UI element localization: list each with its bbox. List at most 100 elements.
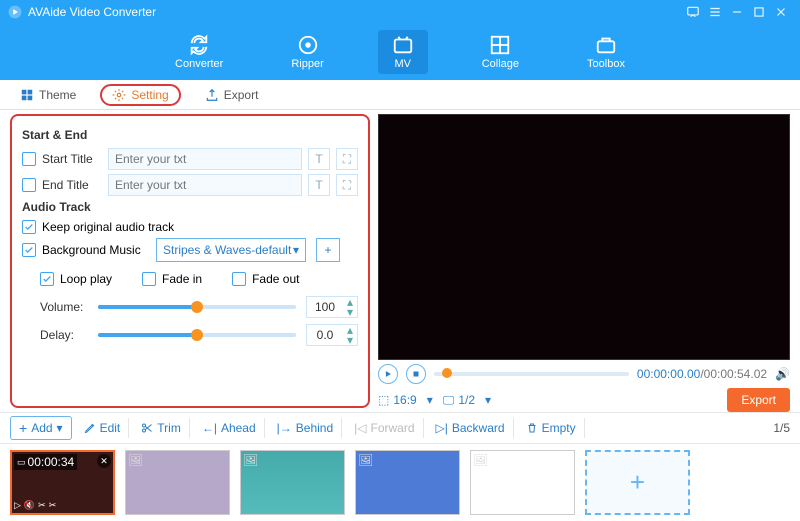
ripper-icon — [297, 34, 319, 56]
thumbnail-strip: ▭ 00:00:34 ✕ ▷🔇✂✂ 🖼 🖼 🖼 🖼 + — [0, 444, 800, 521]
end-title-expand-btn[interactable]: ⛶ — [336, 174, 358, 196]
volume-icon[interactable]: 🔊 — [775, 367, 790, 381]
thumbnail-5[interactable]: 🖼 — [470, 450, 575, 515]
feedback-icon[interactable] — [682, 1, 704, 23]
tab-setting[interactable]: Setting — [100, 84, 180, 106]
tab-theme[interactable]: Theme — [14, 85, 82, 105]
image-icon: 🖼 — [128, 453, 143, 467]
minimize-icon[interactable] — [726, 1, 748, 23]
thumbnail-4[interactable]: 🖼 — [355, 450, 460, 515]
aspect-icon: ⬚ — [378, 393, 389, 407]
settings-panel: Start & End Start Title T ⛶ End Title T … — [10, 114, 370, 408]
thumbnail-1[interactable]: ▭ 00:00:34 ✕ ▷🔇✂✂ — [10, 450, 115, 515]
bg-music-checkbox[interactable] — [22, 243, 36, 257]
titlebar: AVAide Video Converter — [0, 0, 800, 24]
page-count: 1/5 — [773, 421, 790, 435]
screen-icon: 🖵 — [443, 393, 455, 408]
scissors-icon — [141, 422, 153, 434]
volume-label: Volume: — [40, 300, 88, 314]
tool-mv[interactable]: MV — [378, 30, 428, 74]
start-title-text-btn[interactable]: T — [308, 148, 330, 170]
empty-button[interactable]: Empty — [518, 418, 585, 438]
mute-mini-icon: 🔇 — [24, 500, 35, 511]
thumbnail-close-icon[interactable]: ✕ — [97, 454, 111, 468]
ahead-icon: ←| — [202, 421, 217, 435]
screen-dropdown[interactable]: 🖵1/2▾ — [443, 393, 491, 408]
fadein-checkbox[interactable] — [142, 272, 156, 286]
action-bar: +Add▾ Edit Trim ←|Ahead |→Behind |◁Forwa… — [0, 412, 800, 444]
trim-button[interactable]: Trim — [133, 418, 190, 438]
app-title: AVAide Video Converter — [28, 5, 156, 19]
close-icon[interactable] — [770, 1, 792, 23]
main-toolbar: Converter Ripper MV Collage Toolbox — [0, 24, 800, 80]
start-title-label: Start Title — [42, 152, 102, 166]
tool-ripper[interactable]: Ripper — [277, 30, 337, 74]
start-title-checkbox[interactable] — [22, 152, 36, 166]
start-title-expand-btn[interactable]: ⛶ — [336, 148, 358, 170]
converter-icon — [188, 34, 210, 56]
tab-row: Theme Setting Export — [0, 80, 800, 110]
add-thumbnail-button[interactable]: + — [585, 450, 690, 515]
stop-button[interactable] — [406, 364, 426, 384]
end-title-input[interactable] — [108, 174, 302, 196]
theme-icon — [20, 88, 34, 102]
image-icon: 🖼 — [473, 453, 488, 467]
end-title-label: End Title — [42, 178, 102, 192]
volume-slider[interactable] — [98, 305, 296, 309]
export-icon — [205, 88, 219, 102]
bg-music-dropdown[interactable]: Stripes & Waves-default ▾ — [156, 238, 306, 262]
volume-input[interactable]: 100▴▾ — [306, 296, 358, 318]
loop-checkbox[interactable] — [40, 272, 54, 286]
delay-down-icon[interactable]: ▾ — [343, 335, 357, 345]
export-button[interactable]: Export — [727, 388, 790, 412]
ahead-button[interactable]: ←|Ahead — [194, 418, 265, 438]
chevron-down-icon: ▾ — [293, 243, 299, 257]
keep-original-checkbox[interactable] — [22, 220, 36, 234]
delay-label: Delay: — [40, 328, 88, 342]
video-preview[interactable] — [378, 114, 790, 360]
play-button[interactable] — [378, 364, 398, 384]
duration-badge: ▭ 00:00:34 — [14, 454, 77, 470]
preview-timeline[interactable] — [434, 372, 629, 376]
chevron-down-icon: ▾ — [485, 393, 491, 407]
loop-label: Loop play — [60, 272, 112, 286]
edit-mini-icon: ✂ — [38, 500, 46, 511]
play-mini-icon: ▷ — [14, 500, 21, 511]
maximize-icon[interactable] — [748, 1, 770, 23]
gear-icon — [112, 88, 126, 102]
fadeout-checkbox[interactable] — [232, 272, 246, 286]
start-title-input[interactable] — [108, 148, 302, 170]
trash-icon — [526, 422, 538, 434]
tool-converter[interactable]: Converter — [161, 30, 237, 74]
chevron-down-icon: ▾ — [57, 421, 63, 435]
image-icon: 🖼 — [358, 453, 373, 467]
end-title-checkbox[interactable] — [22, 178, 36, 192]
add-music-button[interactable]: + — [316, 238, 340, 262]
fadein-label: Fade in — [162, 272, 202, 286]
tab-export[interactable]: Export — [199, 85, 265, 105]
tool-toolbox[interactable]: Toolbox — [573, 30, 639, 74]
tool-collage[interactable]: Collage — [468, 30, 533, 74]
backward-button[interactable]: ▷|Backward — [428, 418, 514, 438]
bg-music-label: Background Music — [42, 243, 150, 257]
time-display: 00:00:00.00/00:00:54.02 — [637, 367, 767, 381]
aspect-dropdown[interactable]: ⬚16:9▾ — [378, 393, 433, 407]
preview-panel: 00:00:00.00/00:00:54.02 🔊 ⬚16:9▾ 🖵1/2▾ E… — [370, 110, 800, 412]
delay-input[interactable]: 0.0▴▾ — [306, 324, 358, 346]
behind-button[interactable]: |→Behind — [269, 418, 343, 438]
start-end-title: Start & End — [22, 128, 358, 142]
forward-button[interactable]: |◁Forward — [346, 418, 423, 438]
mv-icon — [392, 34, 414, 56]
end-title-text-btn[interactable]: T — [308, 174, 330, 196]
edit-button[interactable]: Edit — [76, 418, 130, 438]
add-button[interactable]: +Add▾ — [10, 416, 72, 440]
app-logo-icon — [8, 5, 22, 19]
backward-icon: ▷| — [436, 421, 448, 435]
audio-track-title: Audio Track — [22, 200, 358, 214]
delay-slider[interactable] — [98, 333, 296, 337]
thumbnail-2[interactable]: 🖼 — [125, 450, 230, 515]
volume-down-icon[interactable]: ▾ — [343, 307, 357, 317]
thumbnail-3[interactable]: 🖼 — [240, 450, 345, 515]
menu-icon[interactable] — [704, 1, 726, 23]
trim-mini-icon: ✂ — [49, 500, 57, 511]
